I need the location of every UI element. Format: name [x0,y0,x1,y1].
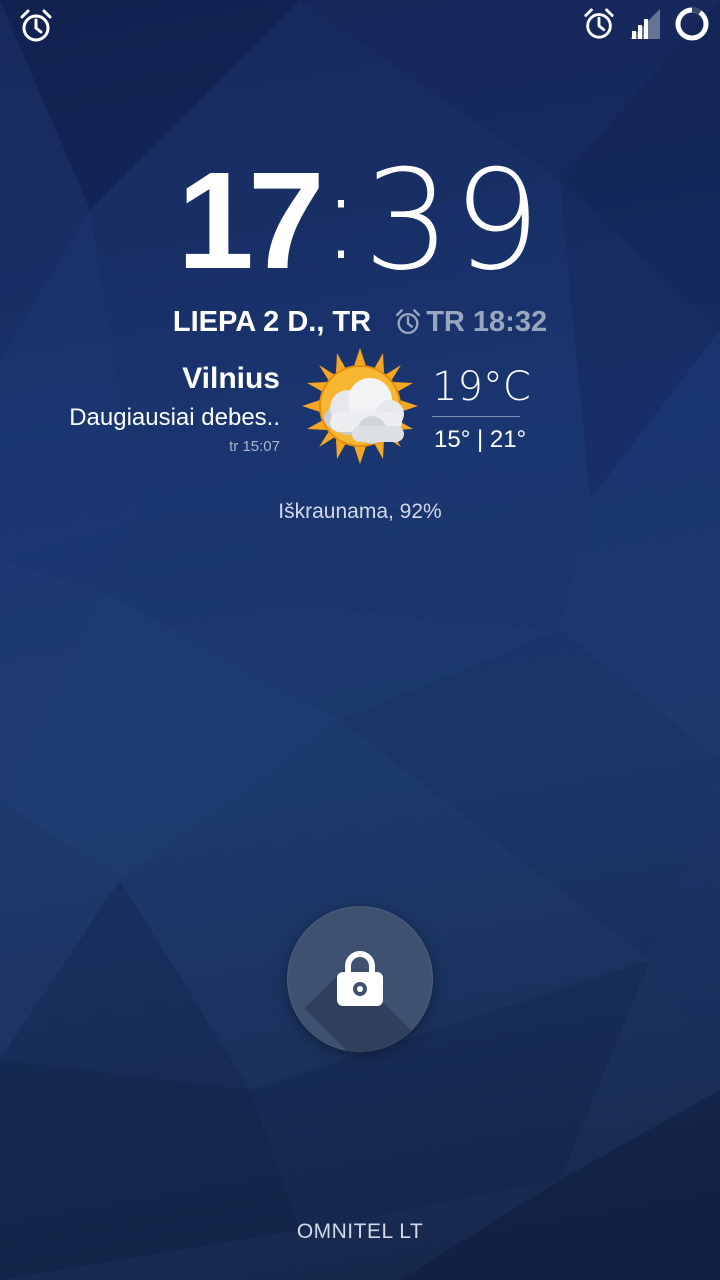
weather-city[interactable]: Vilnius [182,362,280,396]
next-alarm: TR 18:32 [394,306,547,338]
clock-separator: : [320,148,362,287]
clock-hours: 17 [177,144,324,298]
charging-status: Iškraunama, 92% [278,500,442,523]
unlock-button[interactable] [287,906,433,1052]
clock-minutes: 39 [363,140,543,301]
partly-cloudy-icon[interactable] [300,346,420,466]
next-alarm-time: TR 18:32 [426,306,548,338]
lock-clock: 17:39 [0,140,720,301]
weather-temperature: 19°C [432,364,531,410]
status-icons [582,6,710,46]
signal-icon [630,9,660,43]
weather-divider [432,416,520,417]
weather-description: Daugiausiai debes.. [69,404,280,431]
alarm-icon [18,8,54,44]
alarm-icon [582,7,616,45]
date-text: LIEPA 2 D., TR [172,306,372,338]
weather-range: 15° | 21° [434,426,527,453]
carrier-name: OMNITEL LT [296,1220,424,1243]
alarm-icon [396,309,421,335]
battery-ring-icon [674,6,710,46]
date-row: LIEPA 2 D., TR TR 18:32 [0,306,720,339]
lock-icon [337,951,383,1006]
weather-updated-time: tr 15:07 [229,438,280,455]
